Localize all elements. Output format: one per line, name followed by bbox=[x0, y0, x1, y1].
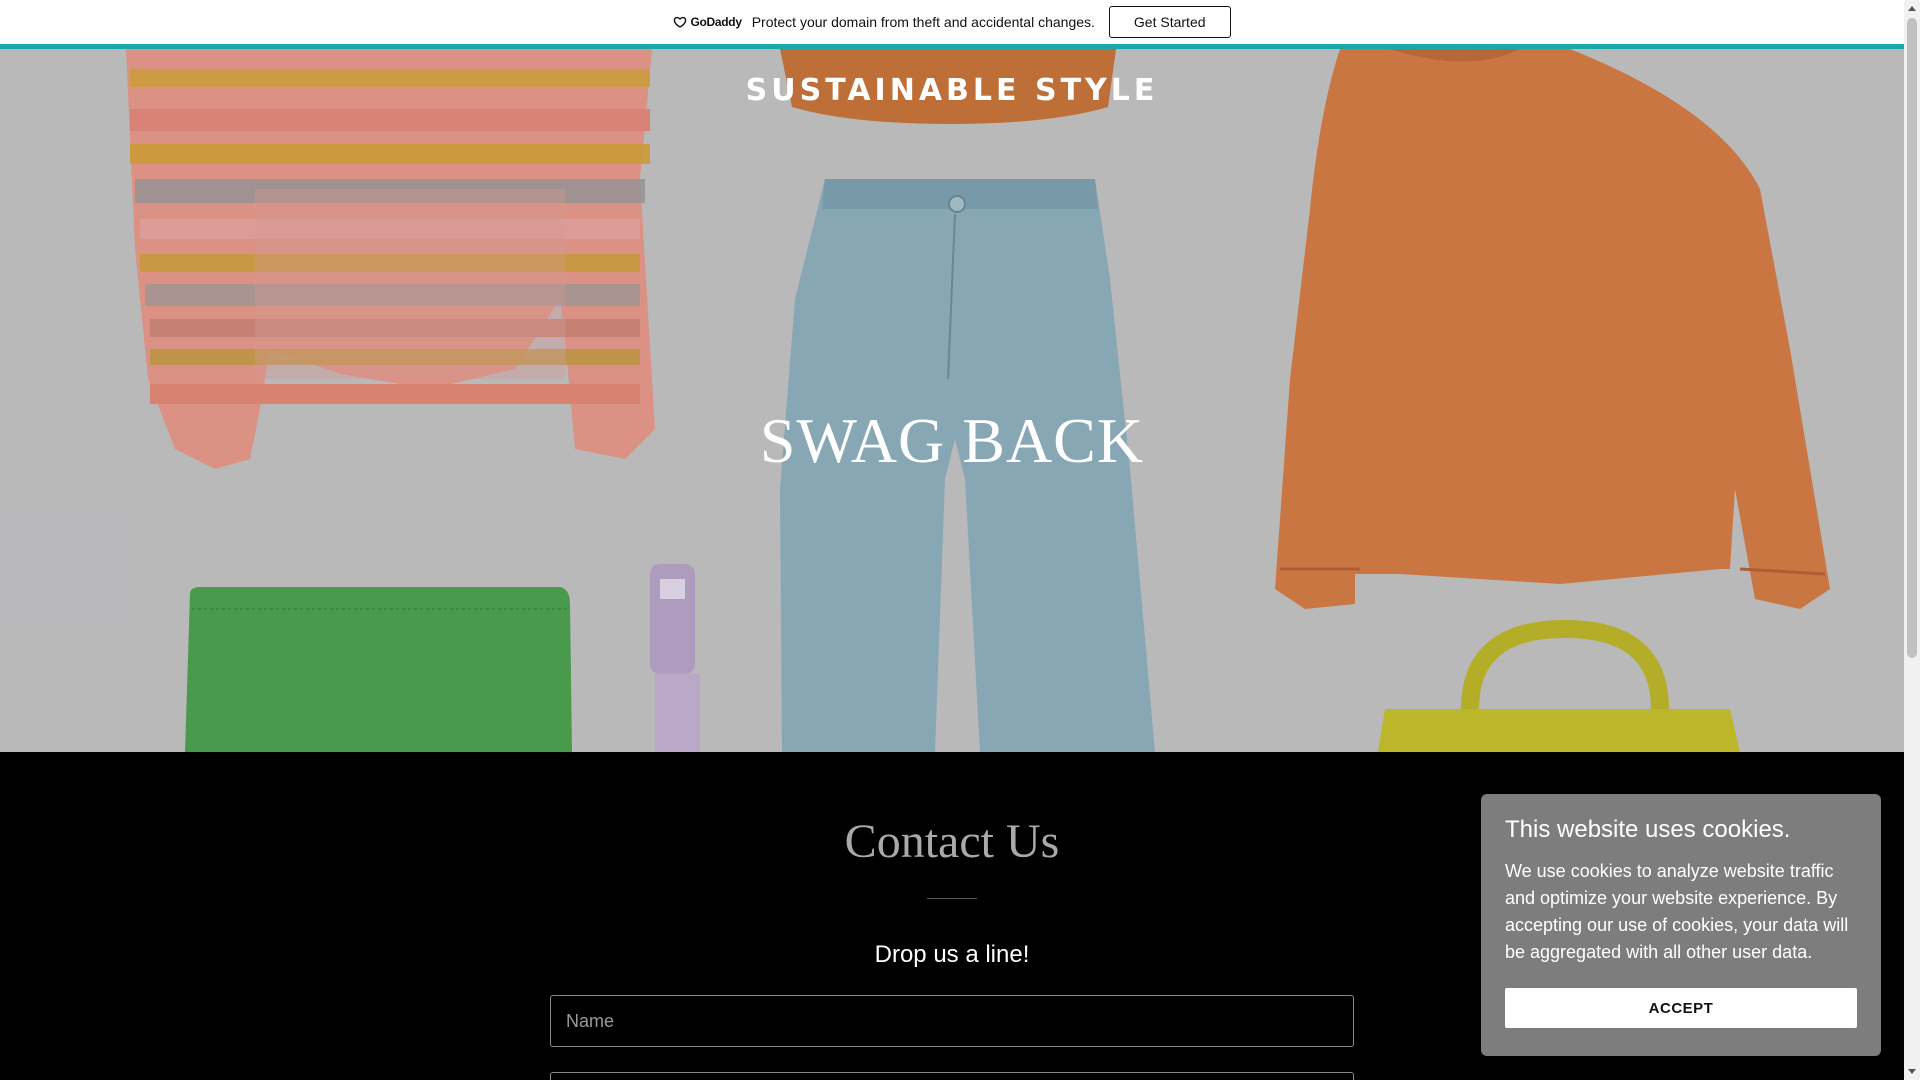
cookie-banner: This website uses cookies. We use cookie… bbox=[1481, 794, 1881, 1056]
godaddy-logo-icon bbox=[673, 16, 687, 28]
hero-title: SWAG BACK bbox=[759, 405, 1145, 476]
promo-message: Protect your domain from theft and accid… bbox=[751, 14, 1095, 30]
get-started-button[interactable]: Get Started bbox=[1108, 6, 1231, 38]
email-field[interactable] bbox=[550, 1072, 1354, 1080]
hero-overlay bbox=[0, 49, 1904, 752]
promo-bar: GoDaddy Protect your domain from theft a… bbox=[0, 0, 1904, 49]
cookie-title: This website uses cookies. bbox=[1505, 816, 1791, 843]
cookie-body: We use cookies to analyze website traffi… bbox=[1505, 861, 1849, 962]
section-divider bbox=[927, 898, 977, 899]
page: GoDaddy Protect your domain from theft a… bbox=[0, 0, 1904, 1080]
name-field[interactable] bbox=[550, 995, 1354, 1047]
scroll-up-arrow-icon[interactable] bbox=[1904, 0, 1920, 16]
godaddy-logo-text: GoDaddy bbox=[690, 15, 742, 29]
accept-cookies-button[interactable]: ACCEPT bbox=[1505, 988, 1857, 1028]
godaddy-logo: GoDaddy bbox=[673, 15, 742, 29]
scrollbar-thumb[interactable] bbox=[1907, 18, 1917, 658]
site-brand-name[interactable]: SUSTAINABLE STYLE bbox=[0, 73, 1904, 108]
scroll-down-arrow-icon[interactable] bbox=[1904, 1064, 1920, 1080]
vertical-scrollbar[interactable] bbox=[1904, 0, 1920, 1080]
hero-section: SUSTAINABLE STYLE SWAG BACK bbox=[0, 49, 1904, 752]
